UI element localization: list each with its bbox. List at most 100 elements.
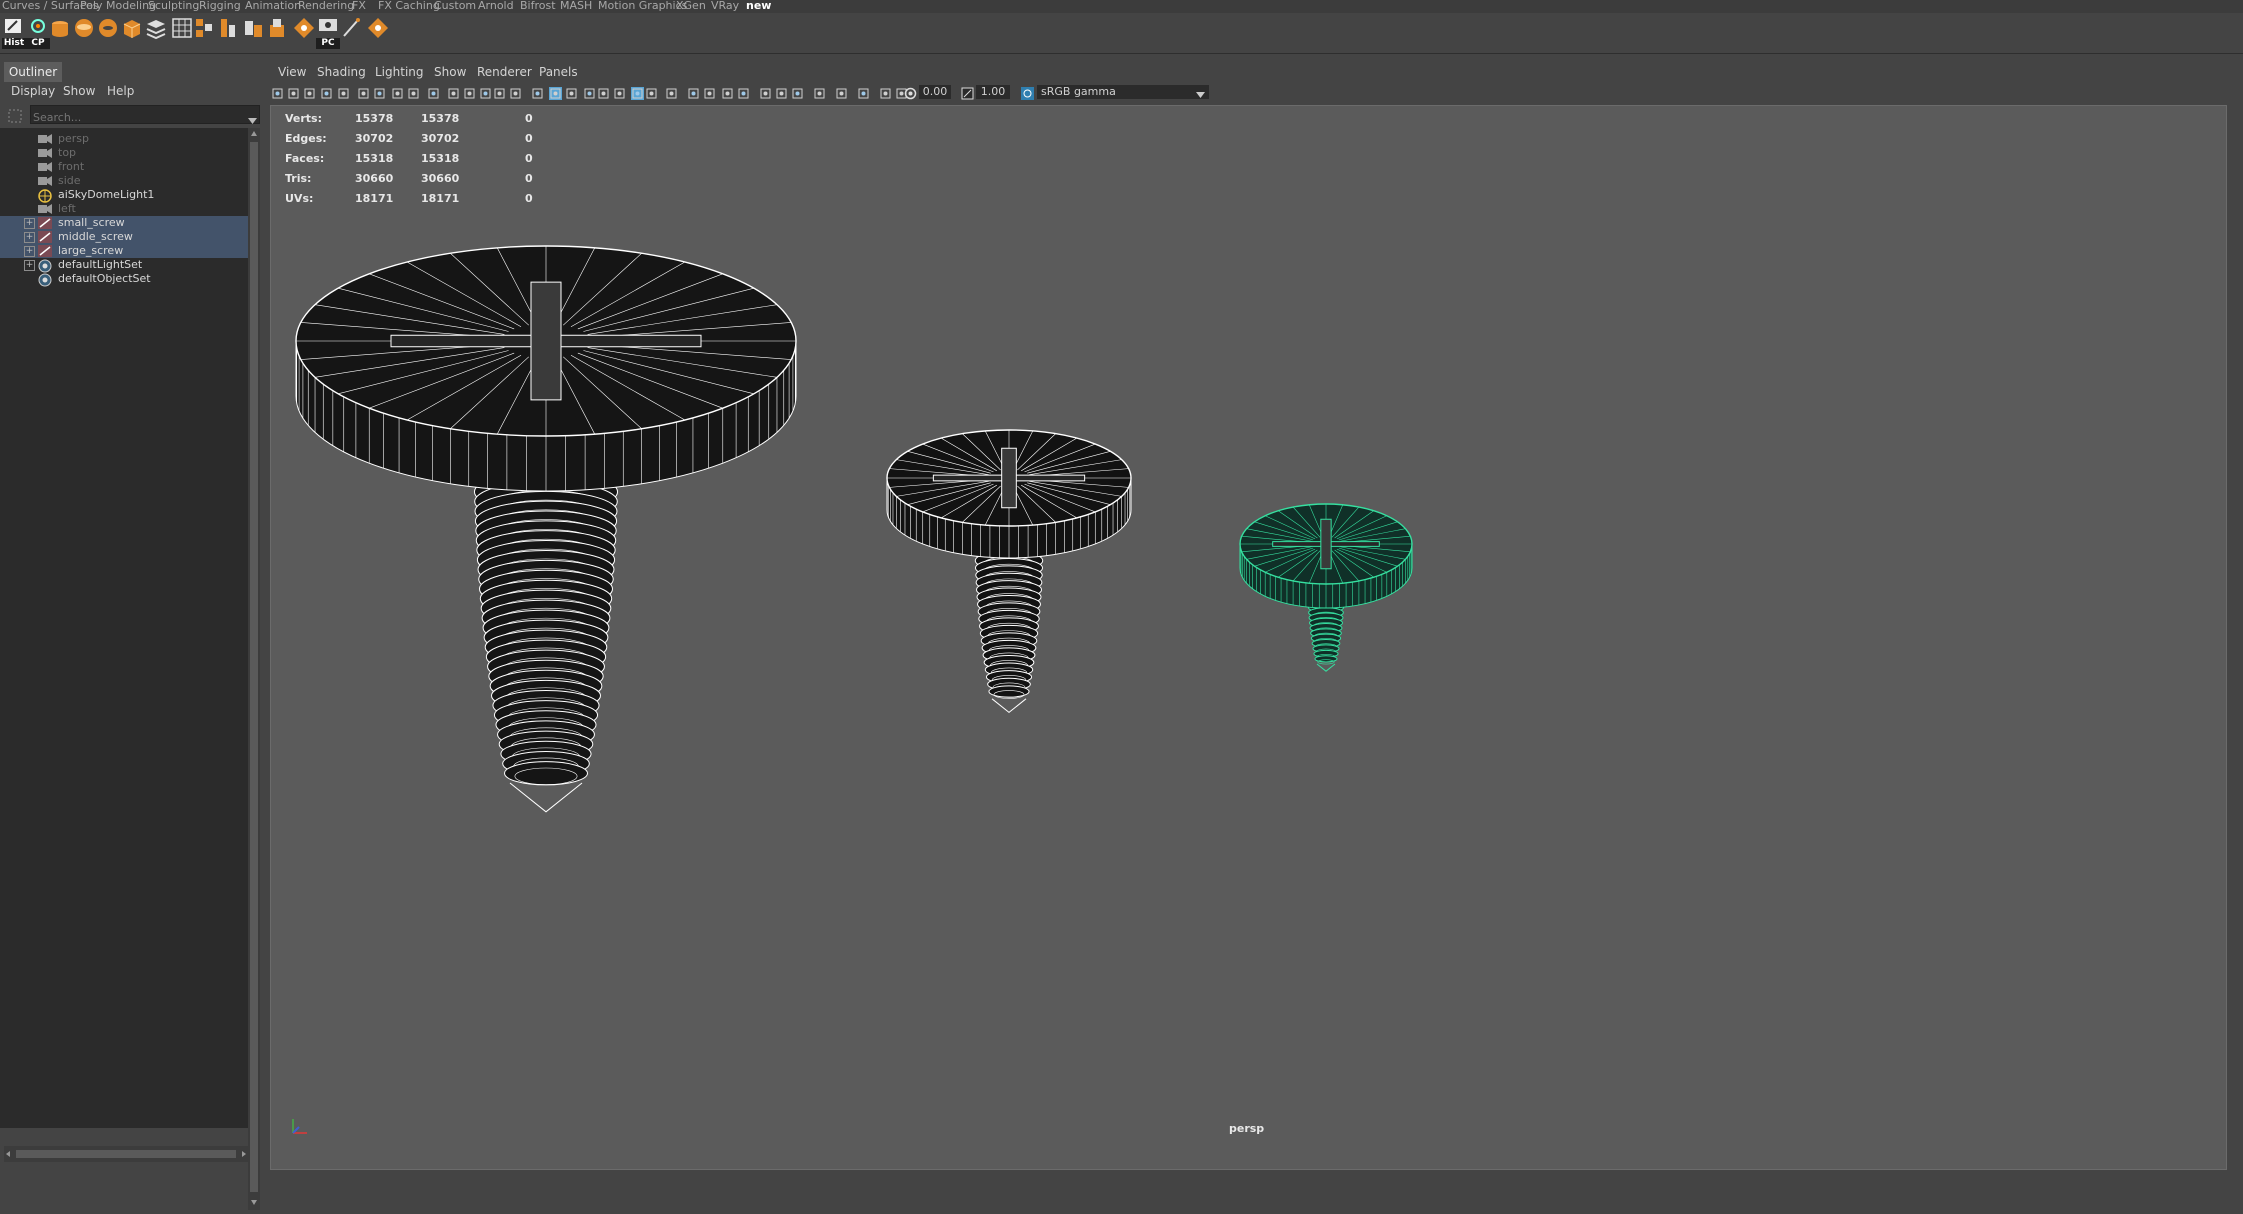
outliner-tab[interactable]: Outliner bbox=[4, 62, 62, 82]
outliner-search-field[interactable] bbox=[30, 105, 260, 125]
viewport-menu-lighting[interactable]: Lighting bbox=[375, 64, 424, 80]
viewport-menu-renderer[interactable]: Renderer bbox=[477, 64, 532, 80]
ambient-occlusion-icon[interactable] bbox=[597, 85, 610, 99]
outliner-search-input[interactable] bbox=[31, 110, 233, 125]
shelf-tab-vray[interactable]: VRay bbox=[711, 0, 739, 13]
outliner-vertical-scrollbar[interactable] bbox=[248, 128, 260, 1210]
xray-joints-icon[interactable] bbox=[703, 85, 716, 99]
shelf-tab-fx[interactable]: FX bbox=[352, 0, 366, 13]
shelf-tab-sculpting[interactable]: Sculpting bbox=[148, 0, 199, 13]
shelf-tab-fx-caching[interactable]: FX Caching bbox=[378, 0, 440, 13]
xray-icon[interactable] bbox=[687, 85, 700, 99]
outliner-menu-display[interactable]: Display bbox=[11, 82, 55, 100]
depth-of-field-icon[interactable] bbox=[645, 85, 658, 99]
ipr-icon[interactable] bbox=[835, 85, 848, 99]
camera-attributes-icon[interactable] bbox=[287, 85, 300, 99]
shelf-icon-label: CP bbox=[26, 38, 50, 49]
shelf-tab-custom[interactable]: Custom bbox=[434, 0, 476, 13]
film-gate-icon[interactable] bbox=[391, 85, 404, 99]
exposure-icon[interactable] bbox=[904, 85, 917, 104]
expand-toggle-icon[interactable]: + bbox=[24, 260, 35, 271]
motion-blur-icon[interactable] bbox=[613, 85, 626, 99]
expand-toggle-icon[interactable]: + bbox=[24, 246, 35, 257]
hud-value: 15378 bbox=[421, 112, 460, 125]
outliner-item-side[interactable]: side bbox=[0, 174, 248, 188]
outliner-item-middle-screw[interactable]: + middle_screw bbox=[0, 230, 248, 244]
select-camera-icon[interactable] bbox=[271, 85, 284, 99]
outliner-item-large-screw[interactable]: + large_screw bbox=[0, 244, 248, 258]
xray-active-icon[interactable] bbox=[721, 85, 734, 99]
gamma-field[interactable]: 1.00 bbox=[976, 85, 1010, 99]
shelf-tab-new[interactable]: new bbox=[746, 0, 771, 13]
resolution-gate-icon[interactable] bbox=[407, 85, 420, 99]
outliner-item-defaultlightset[interactable]: + defaultLightSet bbox=[0, 258, 248, 273]
anti-aliasing-icon[interactable] bbox=[631, 85, 644, 100]
hud-value: 18171 bbox=[355, 192, 394, 205]
outliner-item-left[interactable]: left bbox=[0, 202, 248, 216]
scene-canvas[interactable] bbox=[271, 106, 2226, 1169]
gamma-icon[interactable] bbox=[961, 85, 974, 104]
shelf-tab-xgen[interactable]: XGen bbox=[676, 0, 706, 13]
small-screw[interactable] bbox=[1239, 503, 1413, 672]
outliner-item-aiskydomelight1[interactable]: aiSkyDomeLight1 bbox=[0, 188, 248, 203]
exposure-field[interactable]: 0.00 bbox=[919, 85, 951, 99]
shelf-tab-rigging[interactable]: Rigging bbox=[199, 0, 241, 13]
gate-mask-icon[interactable] bbox=[427, 85, 440, 99]
safe-action-icon[interactable] bbox=[463, 85, 476, 99]
shadows-icon[interactable] bbox=[583, 85, 596, 99]
isolate-select-icon[interactable] bbox=[665, 85, 678, 99]
outliner-menu-show[interactable]: Show bbox=[63, 82, 95, 100]
shelf-tab-arnold[interactable]: Arnold bbox=[478, 0, 514, 13]
expand-toggle-icon[interactable]: + bbox=[24, 232, 35, 243]
color-space-select[interactable]: sRGB gamma bbox=[1037, 85, 1209, 99]
outliner-item-front[interactable]: front bbox=[0, 160, 248, 174]
viewport-menu-show[interactable]: Show bbox=[434, 64, 466, 80]
viewport-menu-shading[interactable]: Shading bbox=[317, 64, 366, 80]
textured-icon[interactable] bbox=[549, 85, 562, 100]
shelf-tab-mash[interactable]: MASH bbox=[560, 0, 592, 13]
outliner-item-defaultobjectset[interactable]: defaultObjectSet bbox=[0, 272, 248, 287]
outliner-item-small-screw[interactable]: + small_screw bbox=[0, 216, 248, 230]
smooth-shade-icon[interactable] bbox=[509, 85, 522, 99]
shelf-tab-poly-modeling[interactable]: Poly Modeling bbox=[80, 0, 156, 13]
shelf-tab-animation[interactable]: Animation bbox=[245, 0, 301, 13]
viewport-menu-panels[interactable]: Panels bbox=[539, 64, 578, 80]
gamma-toggle-icon[interactable] bbox=[879, 85, 892, 99]
grease-pencil-icon[interactable] bbox=[357, 85, 370, 99]
chevron-down-icon[interactable] bbox=[248, 110, 257, 129]
safe-title-icon[interactable] bbox=[479, 85, 492, 99]
expand-toggle-icon[interactable]: + bbox=[24, 218, 35, 229]
snapshot-icon[interactable] bbox=[791, 85, 804, 99]
shelf-tab-motion-graphics[interactable]: Motion Graphics bbox=[598, 0, 687, 13]
viewport-menu-view[interactable]: View bbox=[278, 64, 306, 80]
shelf-tab-bifrost[interactable]: Bifrost bbox=[520, 0, 556, 13]
outliner-item-top[interactable]: top bbox=[0, 146, 248, 160]
bookmark-icon[interactable] bbox=[303, 85, 316, 99]
filter-icon[interactable] bbox=[8, 108, 22, 123]
field-chart-icon[interactable] bbox=[447, 85, 460, 99]
outliner-item-persp[interactable]: persp bbox=[0, 132, 248, 146]
image-plane-icon[interactable] bbox=[320, 85, 333, 99]
wireframe-icon[interactable] bbox=[493, 85, 506, 99]
outliner-menu-help[interactable]: Help bbox=[107, 82, 134, 100]
large-screw[interactable] bbox=[295, 245, 797, 813]
3d-viewport[interactable]: Verts: 15378 15378 0 Edges: 30702 30702 0 Faces:… bbox=[270, 105, 2227, 1170]
use-all-lights-icon[interactable] bbox=[565, 85, 578, 99]
render-view-icon[interactable] bbox=[813, 85, 826, 99]
wireframe-on-shaded-icon[interactable] bbox=[759, 85, 772, 99]
2d-pan-icon[interactable] bbox=[337, 85, 350, 99]
middle-screw[interactable] bbox=[886, 429, 1132, 714]
exposure-toggle-icon[interactable] bbox=[857, 85, 870, 99]
shelf-tab-rendering[interactable]: Rendering bbox=[298, 0, 354, 13]
grid-toggle-icon[interactable] bbox=[373, 85, 386, 99]
hud-value: 0 bbox=[525, 192, 533, 205]
hud-icon[interactable] bbox=[775, 85, 788, 99]
outliner-item-label: aiSkyDomeLight1 bbox=[58, 188, 155, 201]
chevron-down-icon[interactable] bbox=[1196, 89, 1205, 103]
large-screw-head bbox=[295, 245, 797, 492]
backface-culling-icon[interactable] bbox=[737, 85, 750, 99]
default-material-icon[interactable] bbox=[531, 85, 544, 99]
marker-icon[interactable] bbox=[366, 16, 396, 46]
outliner-horizontal-scrollbar[interactable] bbox=[4, 1146, 248, 1162]
color-management-icon[interactable] bbox=[1021, 85, 1034, 104]
